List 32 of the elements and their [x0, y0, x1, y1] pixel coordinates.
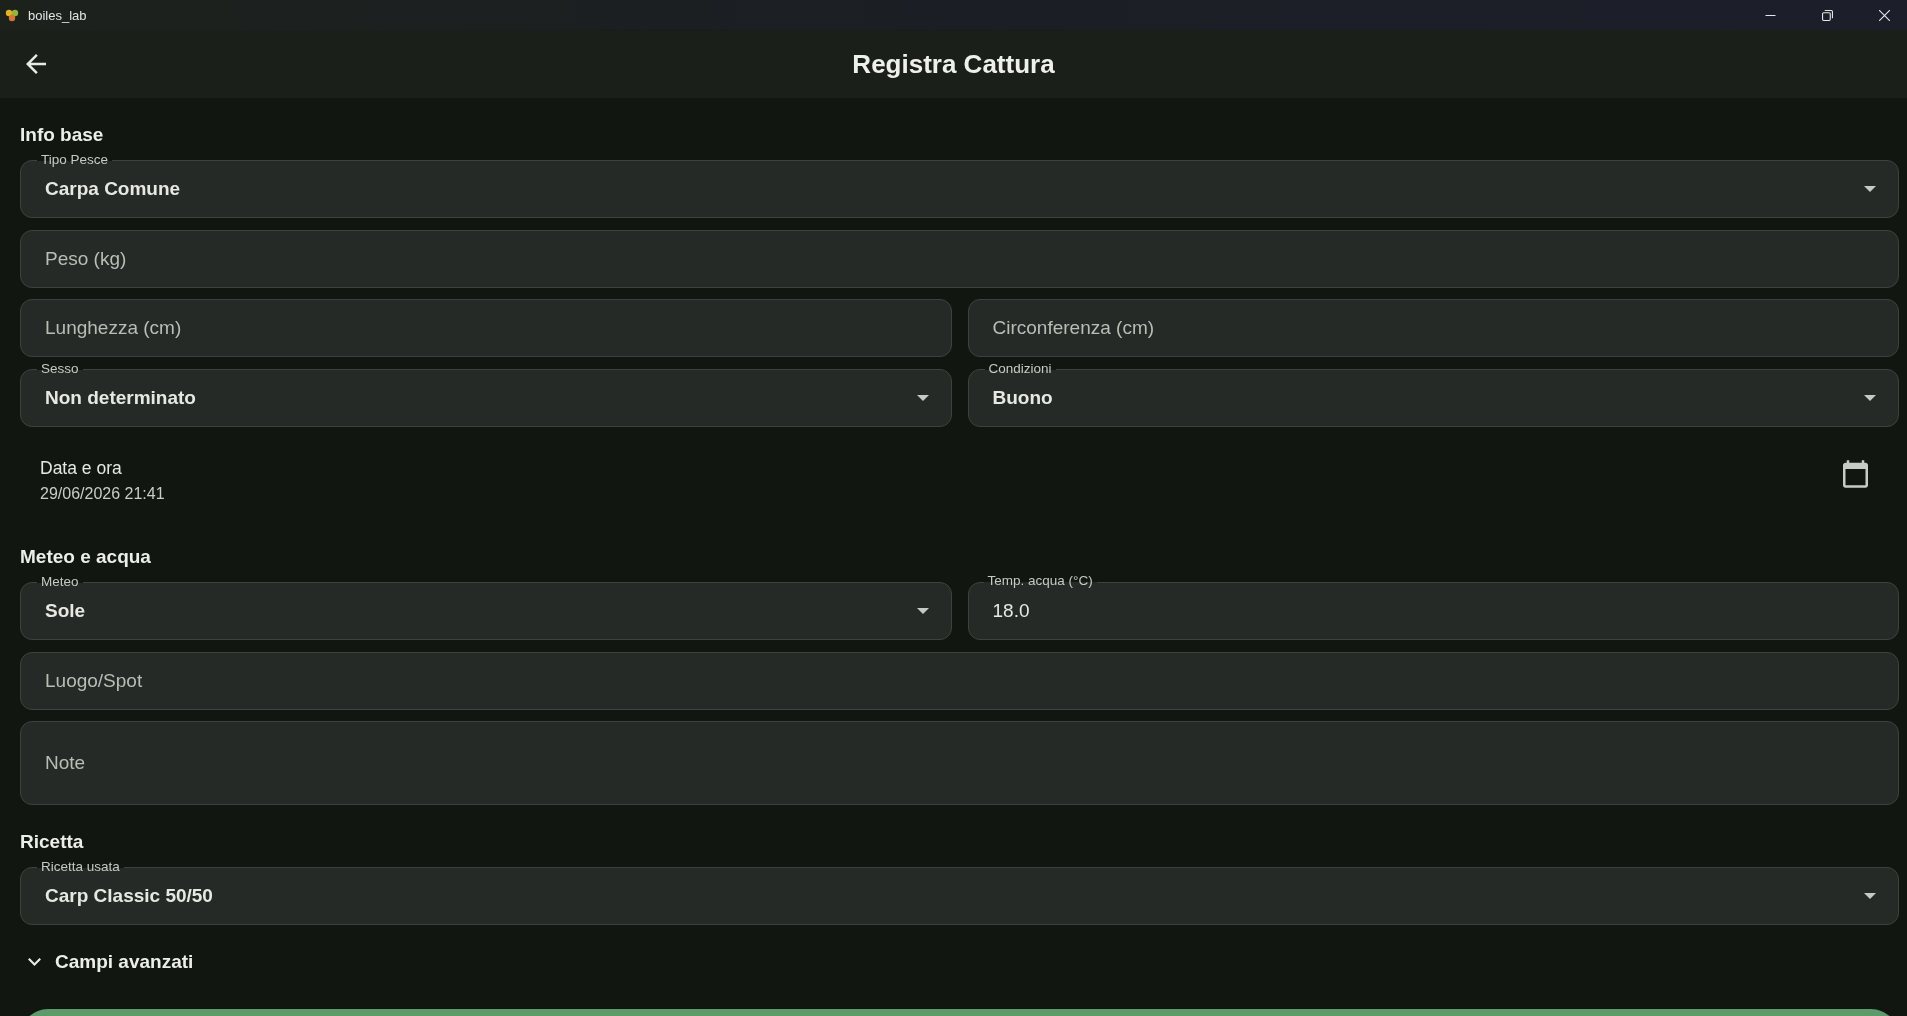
text-field[interactable]: Lunghezza (cm): [20, 299, 952, 357]
close-icon: [1878, 9, 1890, 21]
field-value: Buono: [992, 386, 1053, 409]
field-value: 29/06/2026 21:41: [40, 484, 165, 504]
field-value: Carpa Comune: [45, 178, 181, 200]
field-label: Temp. acqua (°C): [983, 573, 1097, 589]
back-arrow-icon: [26, 54, 46, 74]
caret-icon: [916, 608, 929, 614]
text-field[interactable]: Circonferenza (cm): [967, 299, 1899, 357]
caret-icon: [1864, 893, 1876, 899]
field-value: Sole: [45, 600, 86, 622]
field-label: Data e ora: [40, 457, 122, 480]
field-label: Tipo Pesce: [37, 152, 113, 168]
page-title: Registra Cattura: [852, 48, 1055, 80]
expand-toggle[interactable]: Campi avanzati: [20, 951, 194, 973]
section-heading: Meteo e acqua: [20, 545, 152, 569]
date-time-picker[interactable]: Data e ora 29/06/2026 21:41: [20, 438, 1899, 520]
minimize-icon: [1764, 14, 1776, 16]
caret-icon: [1864, 394, 1876, 401]
field-value: Carp Classic 50/50: [45, 885, 213, 907]
section-heading: Info base: [20, 123, 105, 147]
text-area[interactable]: Note: [20, 721, 1899, 805]
calendar-icon: [1843, 460, 1868, 488]
section-heading: Ricetta: [20, 830, 85, 854]
caret-icon: [916, 394, 929, 401]
window-title: boiles_lab: [28, 7, 87, 23]
restore-icon: [1821, 9, 1833, 21]
app-icon: [5, 8, 19, 22]
field-value: Non determinato: [45, 386, 196, 409]
text-field[interactable]: Luogo/Spot: [20, 651, 1899, 710]
caret-icon: [1864, 186, 1876, 192]
text-field[interactable]: Peso (kg): [20, 229, 1899, 288]
